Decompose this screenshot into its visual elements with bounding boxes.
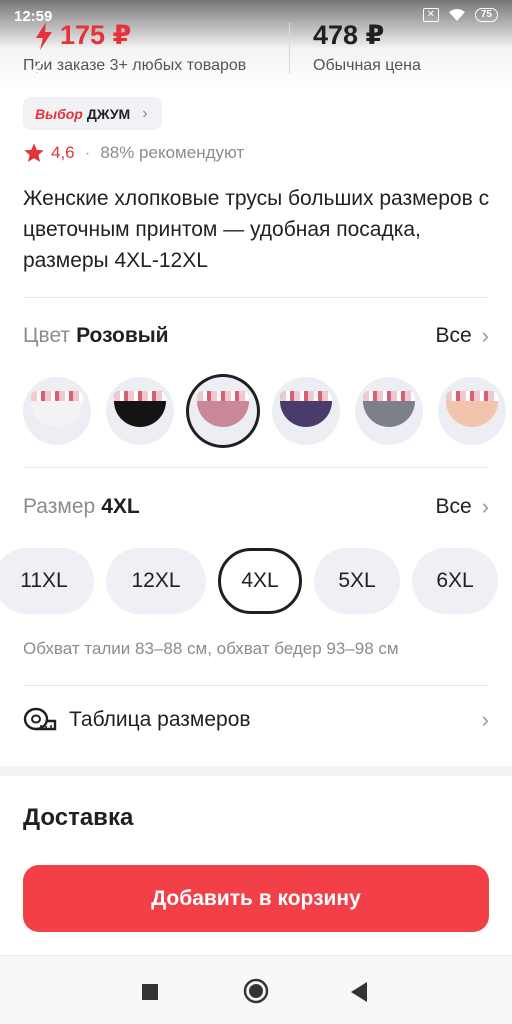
divider [23,297,489,298]
size-option[interactable]: 4XL [218,548,302,614]
measuring-tape-icon [23,707,57,731]
color-swatches [23,377,506,445]
sim-icon: ✕ [422,8,439,22]
size-value: 4XL [101,495,140,518]
battery-icon: 75 [474,8,498,22]
swatch-floral-band [446,391,498,401]
size-label: Размер [23,495,96,518]
size-options: 11XL 12XL 4XL 5XL 6XL [0,548,498,614]
color-swatch[interactable] [272,377,340,445]
add-to-cart-button[interactable]: Добавить в корзину [23,865,489,932]
size-table-label: Таблица размеров [69,708,251,731]
chevron-right-icon: › [481,707,489,732]
color-label: Цвет [23,324,71,347]
divider [23,685,489,686]
badge-name: ДЖУМ [86,105,131,122]
system-nav-bar [0,955,512,1024]
chevron-right-icon: › [481,323,489,348]
back-arrow-icon[interactable] [24,56,54,86]
badge-brand: Выбор [35,105,83,122]
size-measurements: Обхват талии 83–88 см, обхват бедер 93–9… [23,639,399,658]
star-icon [24,143,44,162]
size-option[interactable]: 5XL [314,548,400,614]
swatch-floral-band [280,391,332,401]
product-title: Женские хлопковые трусы больших размеров… [23,187,490,272]
color-all-link[interactable]: Все › [435,323,489,349]
promo-price-note: При заказе 3+ любых товаров [23,57,247,74]
color-swatch[interactable] [106,377,174,445]
size-option[interactable]: 12XL [106,548,206,614]
swatch-floral-band [363,391,415,401]
size-all-label: Все [435,495,472,518]
chevron-right-icon: › [481,494,489,519]
color-swatch[interactable] [438,377,506,445]
chevron-right-icon: › [142,104,148,122]
color-section-header: Цвет Розовый Все › [23,323,489,349]
size-option[interactable]: 6XL [412,548,498,614]
color-value: Розовый [76,324,169,347]
brand-badge[interactable]: Выбор ДЖУМ › [23,97,162,130]
swatch-floral-band [31,391,83,401]
swatch-floral-band [197,391,249,401]
recommend-text: 88% рекомендуют [100,143,245,162]
rating-row[interactable]: 4,6 · 88% рекомендуют [23,142,244,164]
section-separator [0,766,512,776]
divider [23,467,489,468]
delivery-heading: Доставка [23,804,134,831]
swatch-floral-band [114,391,166,401]
status-time: 12:59 [14,8,53,25]
color-all-label: Все [435,324,472,347]
size-option[interactable]: 11XL [0,548,94,614]
rating-score: 4,6 [51,143,75,162]
recent-apps-icon[interactable] [141,983,159,1001]
color-swatch[interactable] [355,377,423,445]
wifi-icon [448,9,465,21]
color-swatch[interactable] [23,377,91,445]
rating-separator: · [84,143,91,162]
size-table-link[interactable]: Таблица размеров › [23,706,489,734]
home-icon[interactable] [243,978,269,1004]
color-swatch[interactable] [189,377,257,445]
back-triangle-icon[interactable] [350,981,368,1003]
regular-price-note: Обычная цена [313,57,421,74]
size-all-link[interactable]: Все › [435,494,489,520]
status-icons: ✕ 75 [422,8,498,22]
status-bar: 12:59 ✕ 75 [0,0,512,34]
size-section-header: Размер 4XL Все › [23,494,489,520]
